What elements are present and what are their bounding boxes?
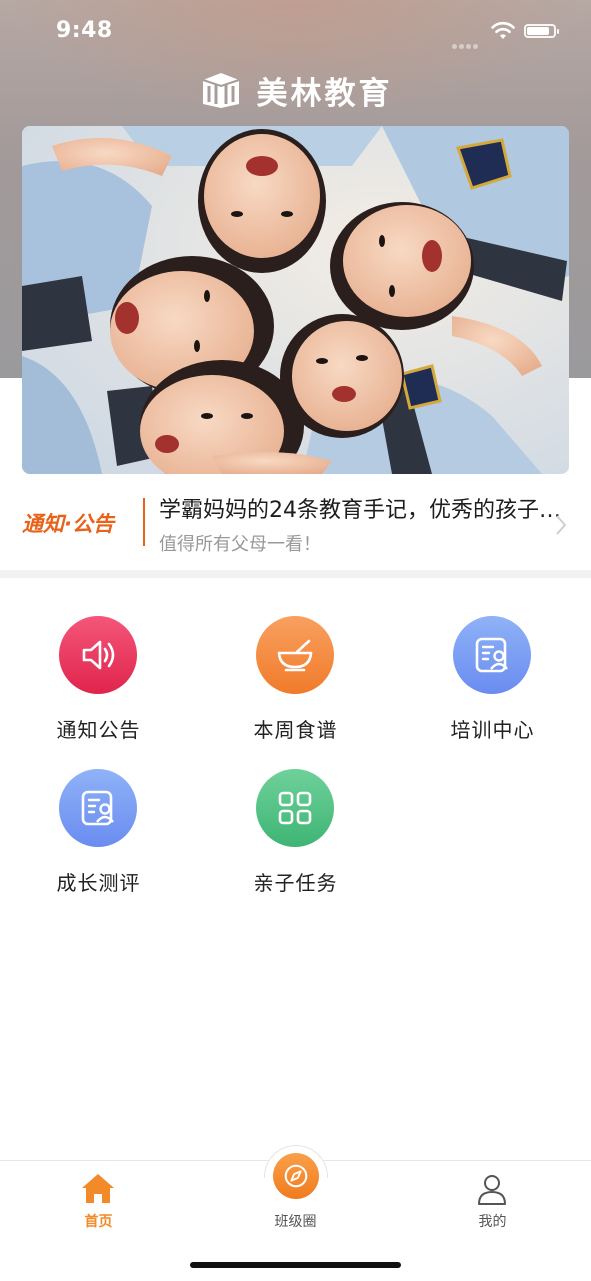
wifi-icon [491,21,515,39]
grid-label: 亲子任务 [253,871,338,895]
grid-label: 培训中心 [450,718,535,742]
tab-class-circle[interactable]: 班级圈 [197,1153,394,1241]
notice-bar[interactable]: 通知·公告 学霸妈妈的24条教育手记，优秀的孩子都是这样养成的 值得所有父母一看… [0,488,591,562]
section-separator [0,570,591,578]
grid-label: 成长测评 [56,871,141,895]
profile-card-icon[interactable] [59,769,137,847]
tab-label: 我的 [478,1214,507,1230]
brand-header: 美林教育 [0,66,591,114]
notice-divider [143,498,145,546]
brand-logo-icon [202,73,239,108]
notice-tag: 通知·公告 [22,512,114,536]
cellular-signal-icon [452,34,484,49]
battery-level [527,27,550,35]
tab-profile[interactable]: 我的 [394,1161,591,1241]
speaker-icon[interactable] [59,616,137,694]
grid-item-menu[interactable]: 本周食谱 [197,578,394,742]
grid-item-notice[interactable]: 通知公告 [0,578,197,742]
status-time: 9:48 [56,18,113,43]
home-indicator [190,1262,401,1268]
notice-subtitle: 值得所有父母一看！ [159,534,321,555]
home-icon[interactable] [80,1171,116,1207]
grid-item-training[interactable]: 培训中心 [394,578,591,742]
tab-label: 首页 [84,1214,113,1230]
tab-home[interactable]: 首页 [0,1161,197,1241]
compass-icon[interactable] [273,1153,319,1199]
battery-icon [524,24,559,38]
children-photo [22,126,569,474]
user-icon[interactable] [474,1171,510,1207]
profile-card-icon[interactable] [453,616,531,694]
chevron-right-icon[interactable] [554,514,568,536]
bowl-icon[interactable] [256,616,334,694]
notice-title[interactable]: 学霸妈妈的24条教育手记，优秀的孩子都是这样养成的 [159,492,579,524]
brand-name: 美林教育 [256,75,393,112]
status-bar: 9:48 [0,0,591,60]
grid-item-assessment[interactable]: 成长测评 [0,731,197,895]
grid-item-parent-child-task[interactable]: 亲子任务 [197,731,394,895]
grid-apps-icon[interactable] [256,769,334,847]
banner-image[interactable] [22,126,569,474]
tab-label: 班级圈 [274,1214,317,1230]
